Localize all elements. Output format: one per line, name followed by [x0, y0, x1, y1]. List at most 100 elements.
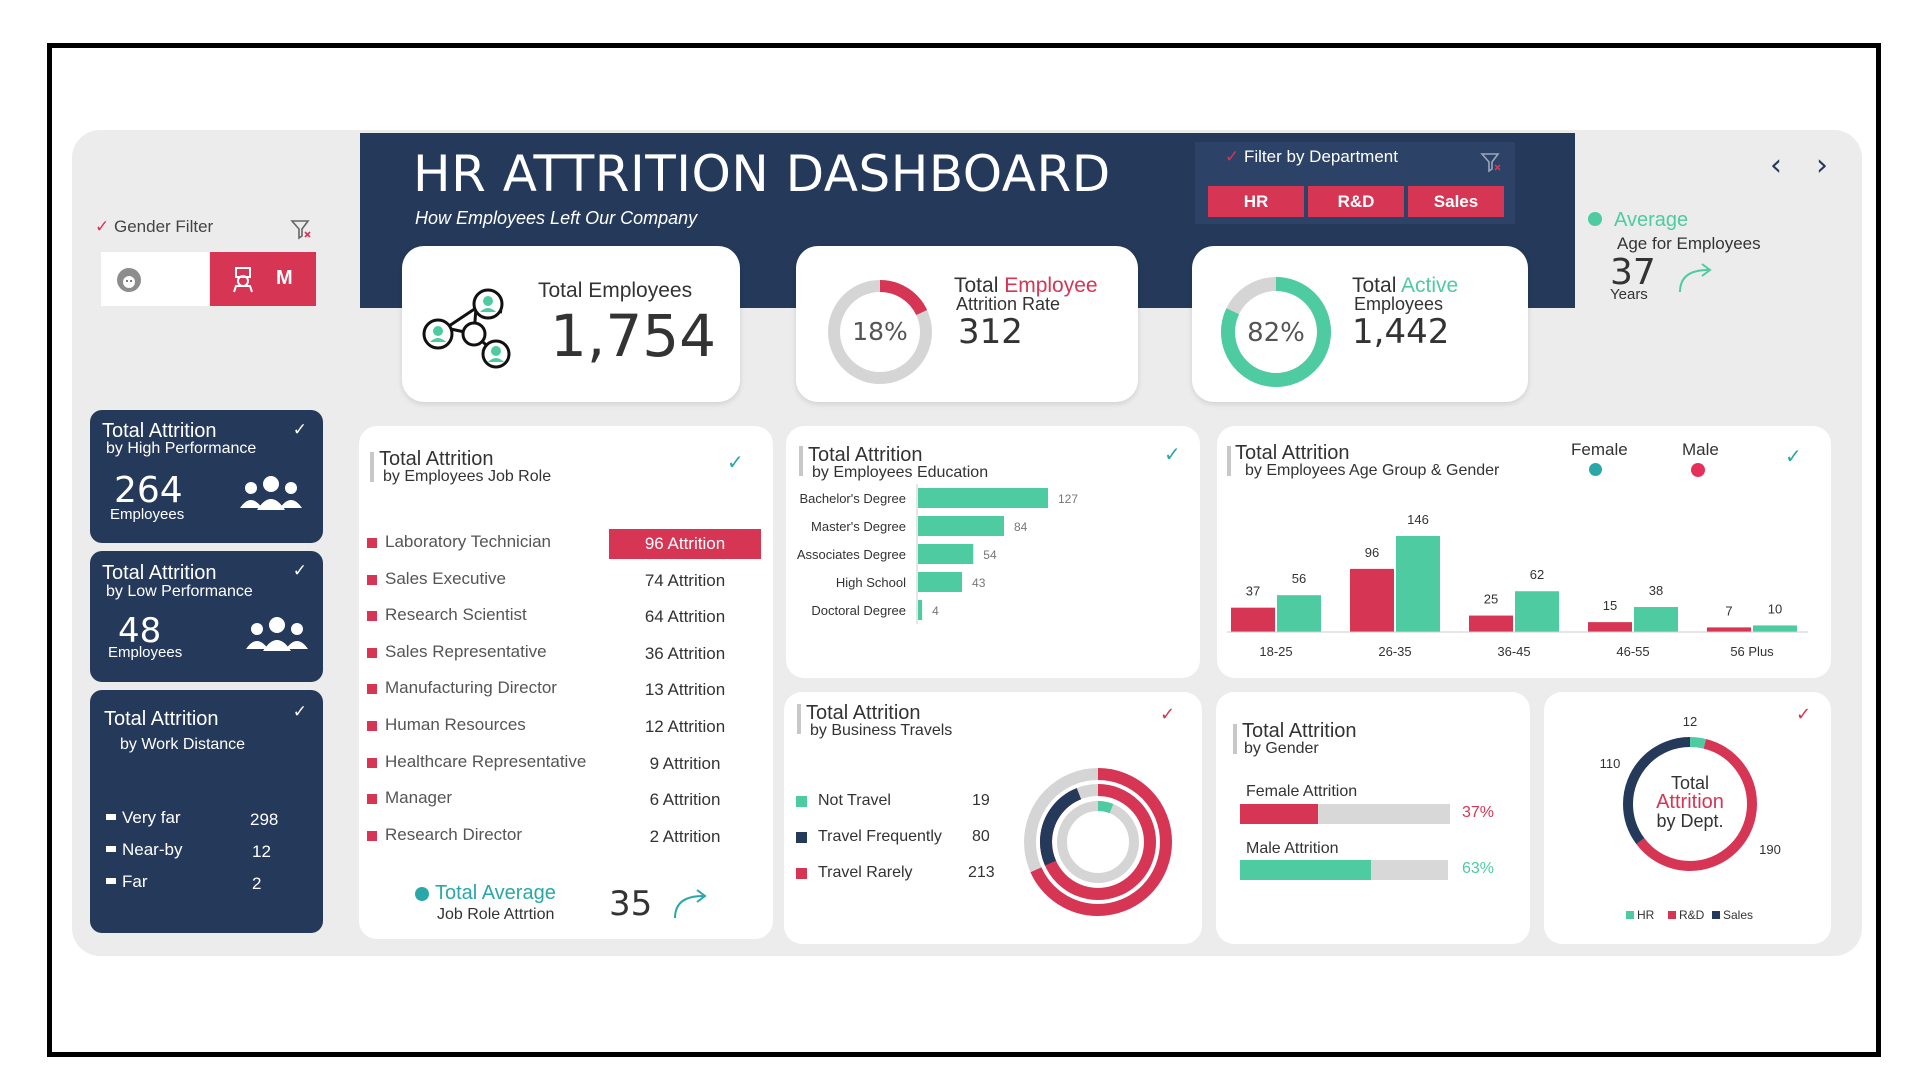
work-distance-value: 298 [250, 810, 279, 829]
y-tick-label: Bachelor's Degree [799, 491, 906, 506]
dept-button-rd[interactable]: R&D [1308, 186, 1404, 217]
table-row[interactable]: Sales Executive 74 Attrition [359, 563, 779, 599]
check-icon: ✓ [292, 702, 307, 721]
average-age-label: Average [1614, 209, 1689, 231]
attrition-rate-donut: 18% [828, 280, 932, 384]
card-work-distance: Total Attrition by Work Distance ✓ Very … [90, 690, 323, 933]
low-performance-unit: Employees [108, 644, 183, 661]
x-tick-label: 18-25 [1259, 644, 1292, 659]
average-age-sub: Age for Employees [1617, 234, 1761, 253]
data-label: 110 [1600, 756, 1621, 771]
bullet-icon [367, 574, 377, 585]
data-label: 10 [1768, 601, 1782, 616]
job-role-average-value: 35 [609, 884, 653, 924]
x-tick-label: 56 Plus [1730, 644, 1774, 659]
kpi-active-value: 1,442 [1352, 312, 1450, 352]
kpi-active-employees: 82% Total Active Employees 1,442 [1192, 246, 1528, 402]
table-row[interactable]: Research Director 2 Attrition [359, 819, 779, 855]
panel-department: ✓ 12 190 110 HR R&D Sales Total Attrition by … [1544, 692, 1831, 944]
panel-gender: Total Attrition by Gender Female Attriti… [1216, 692, 1530, 944]
list-item: Near-by 12 [106, 840, 306, 872]
bar-male [1231, 607, 1275, 632]
high-performance-sub: by High Performance [106, 440, 257, 457]
legend-swatch [1626, 911, 1634, 919]
job-role-average-label: Total Average [435, 882, 556, 904]
travel-label: Not Travel [818, 792, 891, 809]
y-tick-label: Doctoral Degree [811, 603, 906, 618]
table-row[interactable]: Research Scientist 64 Attrition [359, 599, 779, 635]
job-role-average-sub: Job Role Attrtion [437, 906, 555, 923]
clear-filter-icon[interactable] [1480, 151, 1502, 173]
check-icon[interactable]: ✓ [1160, 704, 1175, 725]
ring-not-travel-track [1057, 801, 1139, 883]
male-attrition-fill [1240, 860, 1372, 880]
bar-female [1277, 595, 1321, 632]
bullet-icon [367, 538, 377, 548]
bullet-icon [367, 684, 377, 695]
list-item: Far 2 [106, 872, 306, 904]
department-center-label: Total Attrition by Dept. [1544, 774, 1836, 831]
bar [918, 572, 963, 592]
network-people-icon [422, 288, 511, 369]
department-filter-label: ✓ Filter by Department [1225, 147, 1398, 167]
next-page-icon[interactable]: › [1816, 148, 1828, 183]
work-distance-title: Total Attrition [104, 708, 219, 730]
female-attrition-label: Female Attrition [1246, 783, 1358, 800]
list-item: Not Travel 19 [796, 792, 1006, 828]
business-travel-sub: by Business Travels [810, 722, 953, 739]
job-role-name: Manufacturing Director [385, 678, 557, 698]
bar-female [1753, 625, 1797, 632]
data-label: 84 [1014, 520, 1028, 534]
kpi-attrition-value: 312 [958, 312, 1023, 352]
female-filter-button[interactable] [101, 252, 209, 306]
kpi-total-employees-label: Total Employees [538, 279, 693, 302]
job-role-name: Research Scientist [385, 605, 527, 625]
curved-arrow-icon [674, 889, 707, 919]
work-distance-value: 12 [252, 842, 271, 861]
check-icon: ✓ [95, 217, 110, 236]
education-chart: Bachelor's Degree 127 Master's Degree 84 Ass… [797, 484, 1078, 624]
bullet-icon [106, 878, 116, 884]
table-row[interactable]: Laboratory Technician 96 Attrition [359, 526, 779, 562]
bar [918, 600, 923, 620]
data-label: 4 [932, 604, 939, 618]
check-icon[interactable]: ✓ [727, 450, 744, 475]
bar [918, 488, 1048, 508]
dept-button-hr[interactable]: HR [1208, 186, 1304, 217]
bullet-icon [367, 721, 377, 731]
table-row[interactable]: Manufacturing Director 13 Attrition [359, 672, 779, 708]
legend-swatch [1668, 911, 1676, 919]
travel-label: Travel Rarely [818, 864, 913, 881]
job-role-name: Research Director [385, 824, 522, 844]
card-high-performance: Total Attrition by High Performance ✓ 26… [90, 410, 323, 543]
bullet-icon [367, 647, 377, 658]
x-tick-label: 36-45 [1497, 644, 1530, 659]
table-row[interactable]: Healthcare Representative 9 Attrition [359, 746, 779, 782]
table-row[interactable]: Human Resources 12 Attrition [359, 709, 779, 745]
bar-female [1634, 607, 1678, 632]
male-filter-label: M [276, 267, 293, 289]
data-label: 25 [1484, 592, 1498, 607]
male-filter-button[interactable]: M [210, 252, 316, 306]
data-label: 96 [1365, 545, 1379, 560]
people-group-icon [246, 617, 308, 651]
active-employees-percent: 82% [1247, 318, 1305, 348]
clear-gender-filter-icon[interactable] [290, 218, 312, 240]
department-center-b: Attrition [1656, 791, 1724, 813]
data-label: 43 [972, 576, 986, 590]
high-performance-value: 264 [114, 470, 183, 511]
panel-job-role: Total Attrition by Employees Job Role ✓ … [359, 426, 773, 939]
female-attrition-track [1240, 804, 1450, 824]
previous-page-icon[interactable]: ‹ [1770, 148, 1782, 183]
table-row[interactable]: Manager 6 Attrition [359, 782, 779, 818]
table-row[interactable]: Sales Representative 36 Attrition [359, 636, 779, 672]
work-distance-label: Near-by [122, 840, 183, 859]
dept-button-sales[interactable]: Sales [1408, 186, 1504, 217]
job-role-attrition: 2 Attrition [649, 826, 721, 846]
page-title: HR ATTRITION DASHBOARD [413, 145, 1111, 203]
bar [918, 516, 1004, 536]
data-label: 38 [1649, 583, 1663, 598]
job-role-attrition: 64 Attrition [644, 607, 726, 627]
bar-female [1515, 591, 1559, 632]
job-role-name: Human Resources [385, 715, 526, 734]
